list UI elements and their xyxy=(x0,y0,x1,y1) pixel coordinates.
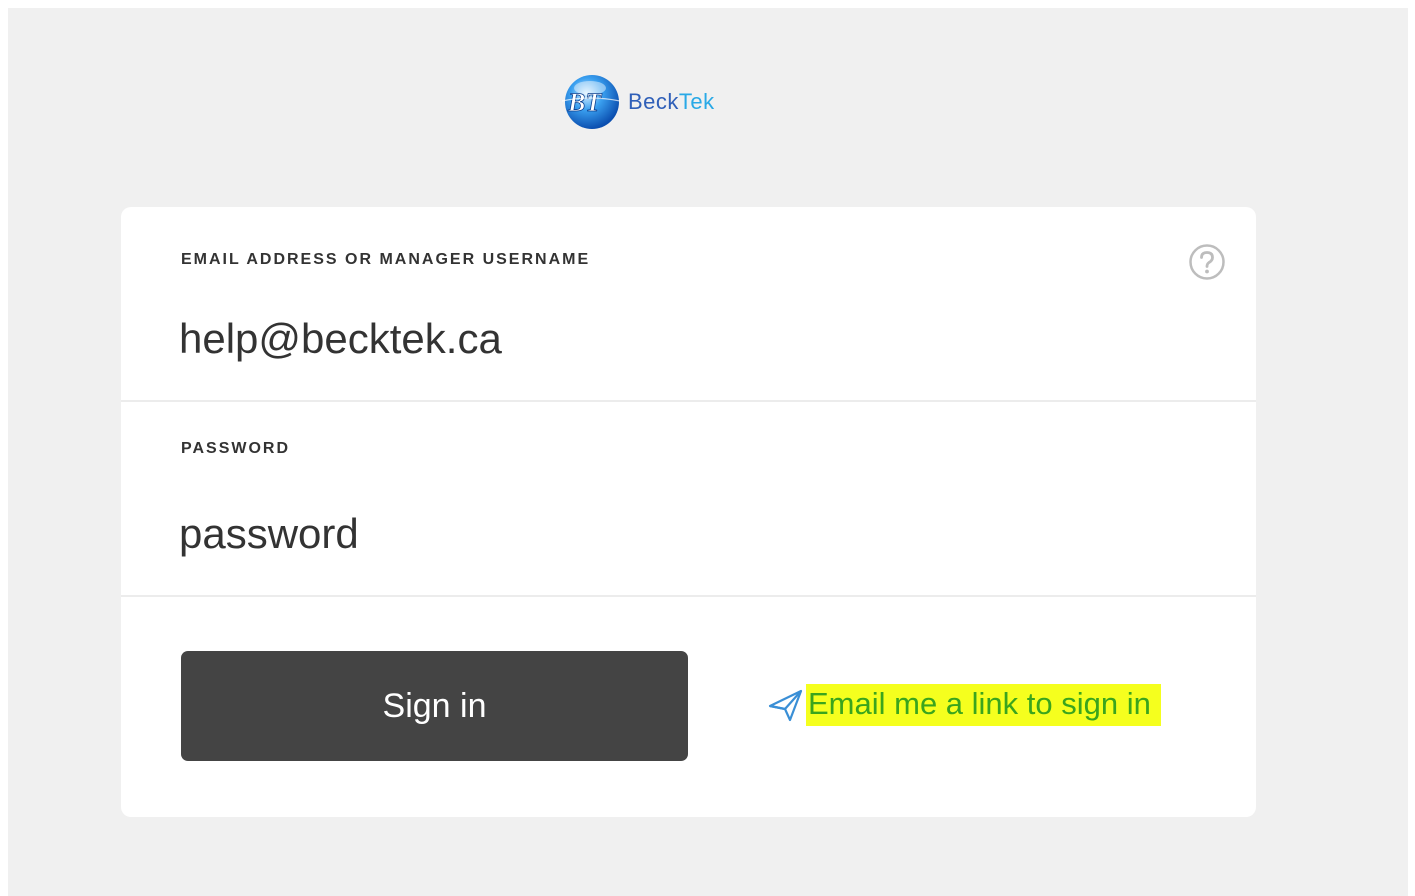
login-card: EMAIL ADDRESS OR MANAGER USERNAME PASSWO… xyxy=(121,207,1256,817)
sign-in-button[interactable]: Sign in xyxy=(181,651,688,761)
password-field-group: PASSWORD xyxy=(121,402,1256,597)
email-sign-in-link-label: Email me a link to sign in xyxy=(806,684,1161,726)
email-field-group: EMAIL ADDRESS OR MANAGER USERNAME xyxy=(121,207,1256,402)
brand-name: BeckTek xyxy=(628,89,715,114)
paper-plane-icon xyxy=(768,689,803,722)
email-field-label: EMAIL ADDRESS OR MANAGER USERNAME xyxy=(181,251,591,268)
question-circle-icon[interactable] xyxy=(1188,243,1226,281)
email-field[interactable] xyxy=(179,309,1079,369)
login-page: BT BeckTek EMAIL ADDRESS OR MANAGER USER… xyxy=(8,8,1408,896)
email-sign-in-link[interactable]: Email me a link to sign in xyxy=(768,683,1161,727)
brand-logo: BT BeckTek xyxy=(560,64,830,140)
password-field-label: PASSWORD xyxy=(181,440,291,457)
svg-text:BT: BT xyxy=(567,88,602,117)
password-field[interactable] xyxy=(179,504,1079,564)
bt-globe-logo-icon: BT xyxy=(561,75,621,129)
